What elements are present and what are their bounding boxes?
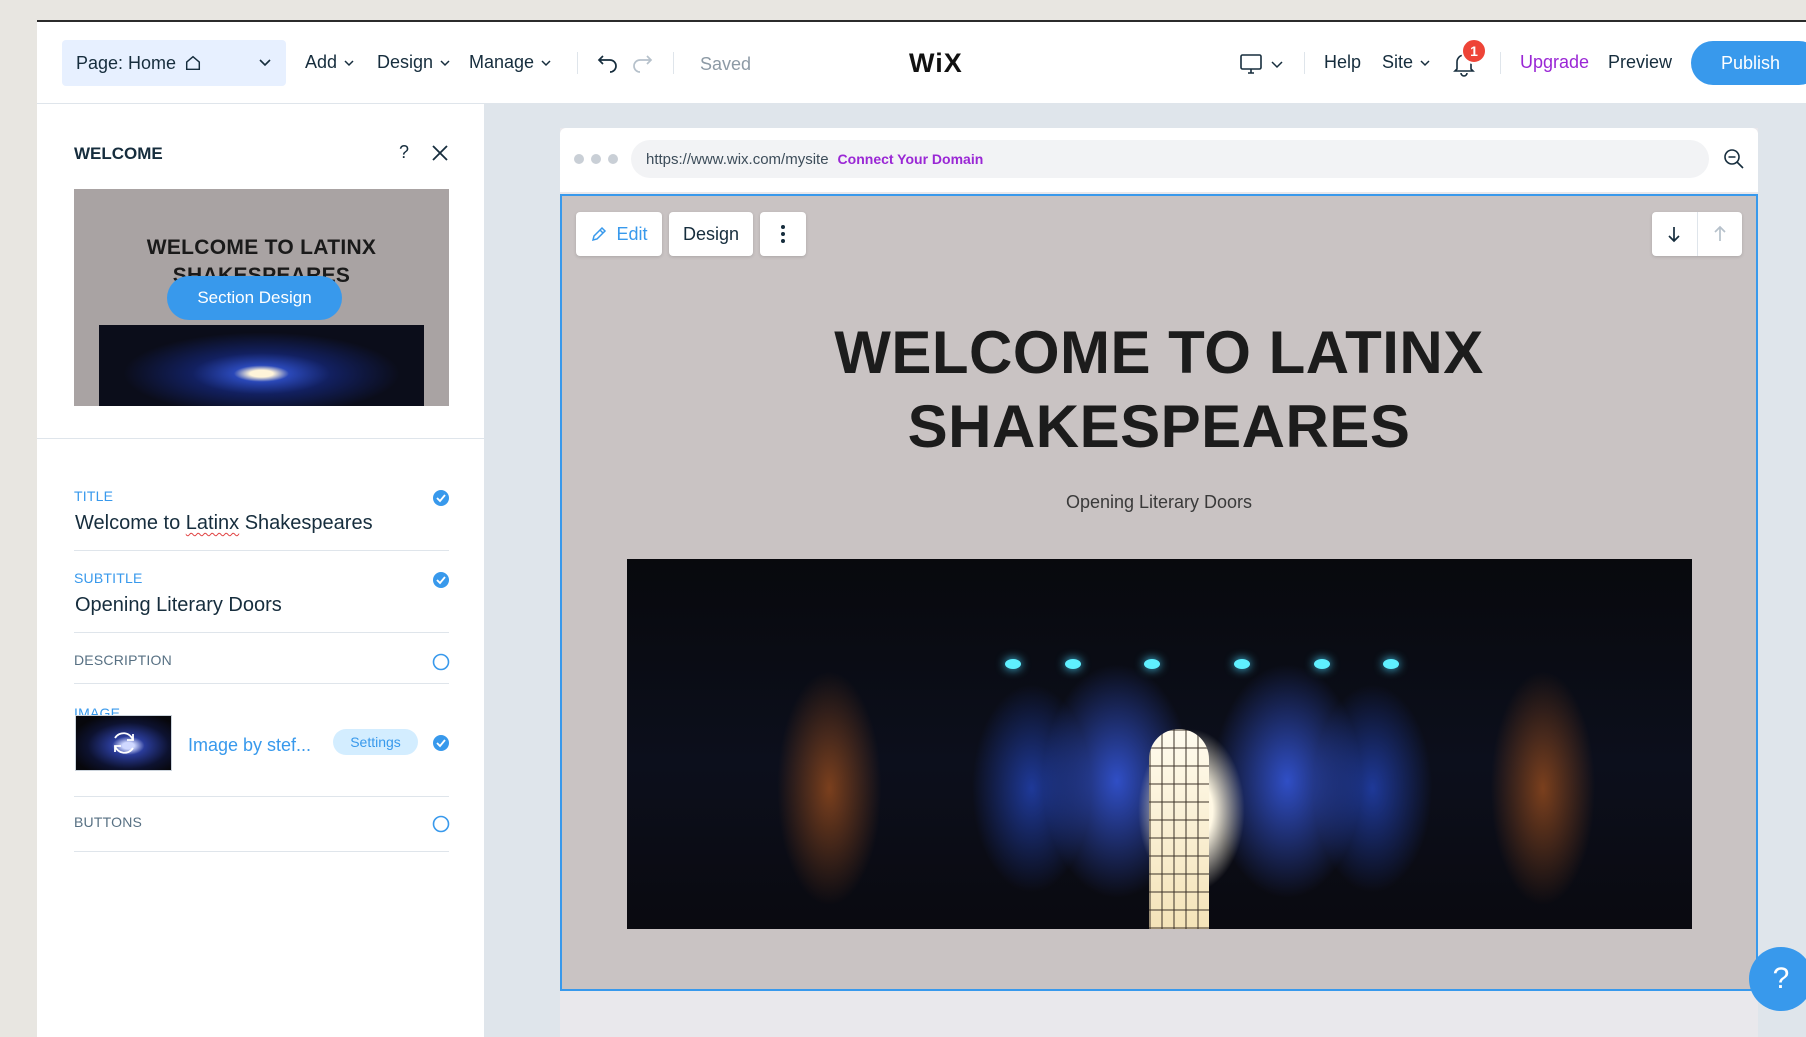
title-text-part: Welcome to	[75, 512, 186, 534]
page-selector[interactable]: Page: Home	[62, 40, 286, 86]
menu-manage-label: Manage	[469, 52, 535, 72]
subtitle-field-value[interactable]: Opening Literary Doors	[75, 594, 282, 617]
menu-add[interactable]: Add	[305, 52, 355, 73]
site-preview-frame: https://www.wix.com/mysite Connect Your …	[560, 128, 1758, 1037]
section-design-button[interactable]: Design	[669, 212, 753, 256]
stage-window	[1149, 729, 1209, 929]
close-icon[interactable]	[431, 144, 449, 162]
chevron-down-icon	[259, 59, 271, 67]
chevron-down-icon	[344, 59, 354, 66]
section-design-button[interactable]: Section Design	[167, 276, 342, 320]
pencil-icon	[592, 226, 607, 242]
menu-design[interactable]: Design	[377, 52, 451, 73]
stage-light	[1314, 659, 1330, 669]
divider	[1304, 52, 1305, 74]
spellcheck-word: Latinx	[185, 512, 240, 534]
redo-icon[interactable]	[629, 50, 655, 76]
title-field-label: TITLE	[74, 488, 114, 504]
divider	[74, 550, 449, 551]
stage-light	[1234, 659, 1250, 669]
thumbnail-image	[99, 325, 424, 406]
stage-light	[1005, 659, 1021, 669]
stage-light	[1383, 659, 1399, 669]
menu-add-label: Add	[305, 52, 338, 72]
help-menu[interactable]: Help	[1324, 52, 1361, 73]
menu-design-label: Design	[377, 52, 434, 72]
check-circle-icon[interactable]	[432, 571, 450, 589]
title-text-part: Shakespeares	[239, 512, 373, 534]
hero-title-line: SHAKESPEARES	[907, 393, 1411, 460]
replace-image-icon	[113, 732, 134, 754]
preview-button[interactable]: Preview	[1608, 52, 1672, 73]
section-thumbnail: WELCOME TO LATINX SHAKESPEARES Section D…	[74, 189, 449, 406]
top-bar: Page: Home Add Design Manage Saved WiX H…	[37, 22, 1806, 104]
wix-logo: WiX	[909, 48, 963, 78]
saved-status: Saved	[700, 54, 752, 74]
divider	[74, 796, 449, 797]
image-name-link[interactable]: Image by stef...	[188, 735, 311, 756]
divider	[673, 52, 674, 74]
divider	[37, 438, 485, 439]
window-dots	[574, 154, 618, 164]
hero-title[interactable]: WELCOME TO LATINX SHAKESPEARES	[562, 316, 1756, 464]
more-actions-button[interactable]	[760, 212, 806, 256]
buttons-field-label: BUTTONS	[74, 814, 143, 830]
subtitle-field-label: SUBTITLE	[74, 570, 143, 586]
divider	[577, 52, 578, 74]
image-settings-button[interactable]: Settings	[333, 729, 418, 755]
site-menu-label: Site	[1382, 52, 1414, 72]
check-circle-icon[interactable]	[432, 734, 450, 752]
connect-domain-link[interactable]: Connect Your Domain	[838, 151, 984, 167]
zoom-out-icon[interactable]	[1723, 148, 1745, 170]
section-edit-label: Edit	[616, 223, 648, 244]
undo-icon[interactable]	[595, 50, 621, 76]
menu-manage[interactable]: Manage	[469, 52, 552, 73]
site-url: https://www.wix.com/mysite	[646, 150, 829, 168]
move-up-button[interactable]	[1696, 212, 1743, 256]
page-selector-label: Page: Home	[76, 52, 177, 73]
section-settings-panel: WELCOME ? WELCOME TO LATINX SHAKESPEARES…	[37, 104, 485, 1037]
welcome-section[interactable]: Edit Design WELCOME TO LATINX SHAKESPEAR…	[560, 194, 1758, 991]
chevron-down-icon[interactable]	[1270, 50, 1284, 76]
hero-subtitle[interactable]: Opening Literary Doors	[562, 492, 1756, 513]
url-bar: https://www.wix.com/mysite Connect Your …	[631, 140, 1709, 178]
title-field-value[interactable]: Welcome to Latinx Shakespeares	[75, 512, 373, 535]
divider	[74, 632, 449, 633]
help-fab-button[interactable]: ?	[1749, 947, 1806, 1011]
home-icon	[186, 55, 201, 71]
arrow-down-icon	[1668, 227, 1680, 243]
section-move-controls	[1652, 212, 1742, 256]
help-icon[interactable]: ?	[399, 142, 409, 163]
description-field-label: DESCRIPTION	[74, 652, 172, 668]
chevron-down-icon	[1420, 59, 1430, 66]
chevron-down-icon	[440, 59, 450, 66]
arrow-up-icon	[1714, 225, 1726, 241]
desktop-icon[interactable]	[1237, 50, 1265, 76]
stage-image[interactable]	[627, 559, 1692, 929]
empty-circle-icon[interactable]	[432, 653, 450, 671]
chevron-down-icon	[541, 59, 551, 66]
more-vertical-icon	[781, 225, 785, 243]
move-down-button[interactable]	[1652, 212, 1697, 256]
divider	[1500, 52, 1501, 74]
upgrade-link[interactable]: Upgrade	[1520, 52, 1589, 73]
image-thumbnail[interactable]	[75, 715, 172, 771]
stage-light	[1144, 659, 1160, 669]
stage-light	[1065, 659, 1081, 669]
editor-window: Page: Home Add Design Manage Saved WiX H…	[37, 20, 1806, 1037]
browser-bar: https://www.wix.com/mysite Connect Your …	[560, 128, 1758, 192]
notification-badge: 1	[1461, 38, 1487, 64]
hero-title-line: WELCOME TO LATINX	[834, 319, 1484, 386]
site-menu[interactable]: Site	[1382, 52, 1431, 73]
divider	[74, 851, 449, 852]
divider	[74, 683, 449, 684]
panel-title: WELCOME	[74, 144, 163, 163]
empty-circle-icon[interactable]	[432, 815, 450, 833]
publish-button[interactable]: Publish	[1691, 41, 1806, 85]
section-edit-button[interactable]: Edit	[576, 212, 662, 256]
check-circle-icon[interactable]	[432, 489, 450, 507]
